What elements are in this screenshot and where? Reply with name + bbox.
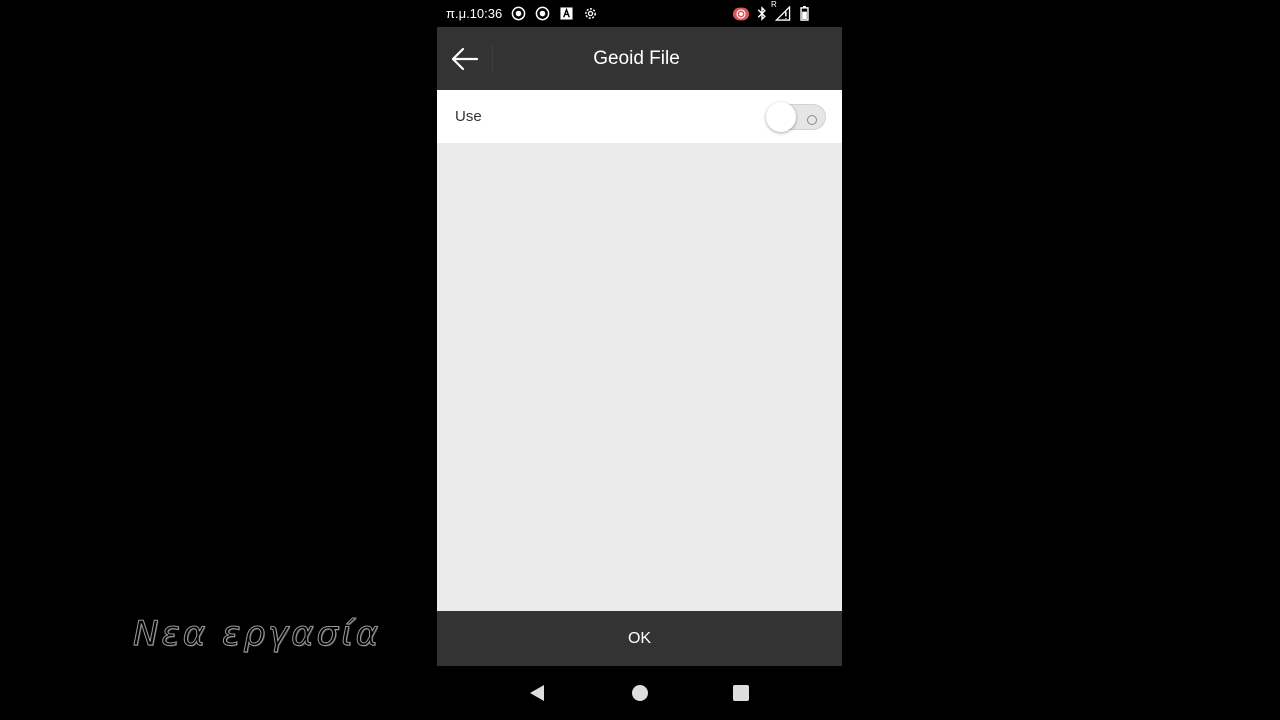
use-label: Use [455, 108, 482, 125]
bluetooth-icon [754, 6, 770, 22]
toggle-off-icon [807, 115, 817, 125]
nav-home-icon[interactable] [632, 685, 648, 701]
app-bar-divider [492, 45, 493, 73]
record-icon [510, 6, 526, 22]
status-left: π.μ.10:36 [437, 6, 598, 22]
status-right: R [733, 0, 842, 22]
record-icon [534, 6, 550, 22]
screen-record-icon [733, 6, 749, 22]
watermark-text: Νεα εργασία [133, 614, 381, 655]
status-time: π.μ.10:36 [446, 6, 503, 21]
font-a-icon [558, 6, 574, 22]
screen: π.μ.10:36 R Geoid File Use OK Νεα εργασί… [0, 0, 1280, 720]
battery-icon [796, 6, 812, 22]
signal-roaming-badge: R [771, 0, 777, 9]
nav-back-icon[interactable] [529, 684, 545, 702]
content-area: Use [437, 90, 842, 611]
page-title: Geoid File [593, 47, 680, 69]
nav-recents-icon[interactable] [733, 685, 749, 701]
signal-roaming-icon: R [771, 0, 791, 22]
use-toggle[interactable] [766, 102, 828, 132]
ok-button[interactable]: OK [437, 611, 842, 666]
status-bar: π.μ.10:36 R [437, 0, 842, 27]
app-bar: Geoid File [437, 27, 842, 90]
navigation-bar [437, 666, 842, 720]
use-setting-row: Use [437, 90, 842, 143]
gear-icon [582, 6, 598, 22]
toggle-knob [766, 102, 796, 132]
arrow-left-icon [451, 47, 479, 71]
back-button[interactable] [445, 39, 485, 79]
